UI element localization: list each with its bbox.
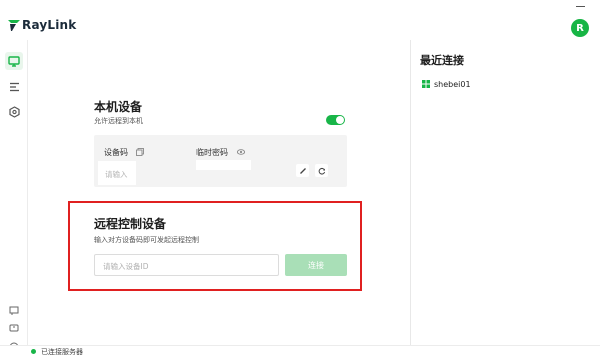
sidebar-item-messages[interactable]	[5, 302, 23, 320]
allow-remote-toggle[interactable]	[326, 115, 345, 125]
device-code-placeholder: 请输入	[105, 170, 128, 179]
device-code-label: 设备码	[104, 148, 128, 157]
brand-name: RayLink	[22, 18, 77, 32]
device-id-placeholder: 请输入设备ID	[103, 262, 149, 271]
connect-button[interactable]: 连接	[285, 254, 347, 276]
temp-password-value	[196, 160, 251, 170]
hexagon-settings-icon	[8, 106, 20, 118]
app-logo: RayLink	[8, 18, 76, 32]
sidebar-item-feedback[interactable]	[5, 320, 23, 338]
allow-remote-label: 允许远程到本机	[94, 117, 143, 125]
recent-item-label: shebei01	[434, 79, 471, 89]
device-id-input[interactable]: 请输入设备ID	[94, 254, 279, 276]
remote-control-title: 远程控制设备	[94, 217, 167, 231]
sidebar	[0, 40, 28, 352]
refresh-icon	[318, 167, 325, 175]
sidebar-item-list[interactable]	[5, 78, 23, 96]
sidebar-item-settings[interactable]	[5, 103, 23, 121]
windows-icon	[422, 80, 430, 88]
user-avatar[interactable]: R	[571, 19, 589, 37]
monitor-icon	[8, 55, 20, 67]
raylink-logo-icon	[8, 19, 20, 31]
chat-icon	[9, 324, 19, 332]
recent-item-shebei01[interactable]: shebei01	[422, 78, 471, 90]
pencil-icon	[299, 167, 306, 174]
temp-password-label: 临时密码	[196, 148, 228, 157]
edit-password-button[interactable]	[296, 164, 309, 177]
status-text: 已连接服务器	[41, 348, 83, 356]
status-bar	[0, 345, 600, 360]
status-dot-icon	[31, 349, 36, 354]
panel-divider	[410, 40, 411, 345]
title-bar: RayLink R	[0, 0, 600, 40]
remote-control-subtitle: 输入对方设备码即可发起远程控制	[94, 236, 199, 244]
refresh-password-button[interactable]	[315, 164, 328, 177]
copy-icon[interactable]	[136, 148, 144, 156]
message-icon	[9, 306, 19, 315]
eye-icon[interactable]	[237, 148, 245, 156]
list-icon	[9, 82, 19, 92]
device-code-field[interactable]: 请输入	[98, 161, 136, 185]
local-device-title: 本机设备	[94, 100, 143, 114]
recent-connections-title: 最近连接	[420, 54, 464, 67]
minimize-button[interactable]	[576, 6, 588, 8]
sidebar-item-devices[interactable]	[5, 52, 23, 70]
